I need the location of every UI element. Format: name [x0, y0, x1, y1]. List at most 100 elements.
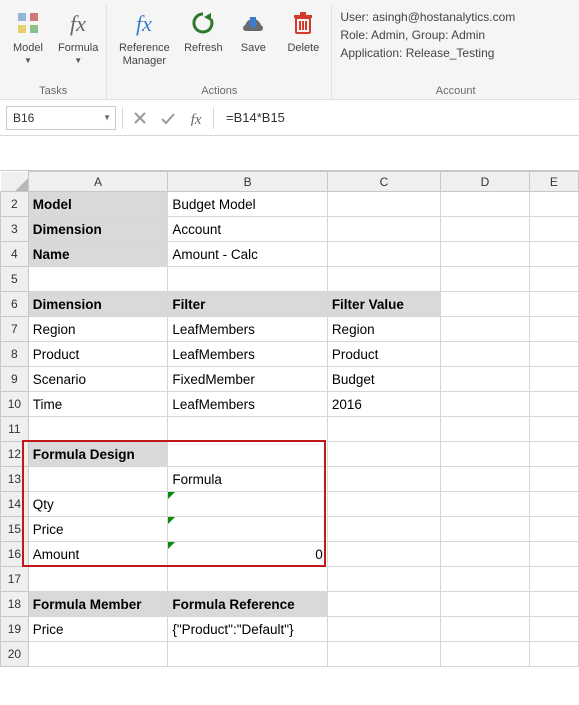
cell[interactable]: [529, 317, 578, 342]
cell[interactable]: [441, 442, 530, 467]
cell[interactable]: Time: [28, 392, 168, 417]
cell[interactable]: Qty: [28, 492, 168, 517]
cell[interactable]: [529, 417, 578, 442]
row-header[interactable]: 11: [1, 417, 29, 442]
row-header[interactable]: 10: [1, 392, 29, 417]
cell[interactable]: [168, 517, 327, 542]
cell[interactable]: Scenario: [28, 367, 168, 392]
row-header[interactable]: 14: [1, 492, 29, 517]
insert-function-button[interactable]: fx: [185, 107, 207, 129]
cell[interactable]: [529, 242, 578, 267]
cell[interactable]: [327, 242, 440, 267]
cell[interactable]: [28, 567, 168, 592]
cell[interactable]: [441, 642, 530, 667]
cell[interactable]: [441, 267, 530, 292]
cell[interactable]: [441, 467, 530, 492]
cell[interactable]: Budget Model: [168, 192, 327, 217]
column-header[interactable]: D: [441, 172, 530, 192]
cell[interactable]: [441, 492, 530, 517]
cell[interactable]: [327, 542, 440, 567]
cell[interactable]: Budget: [327, 367, 440, 392]
cell[interactable]: [529, 442, 578, 467]
cell[interactable]: [529, 392, 578, 417]
cell[interactable]: [168, 567, 327, 592]
cell[interactable]: [529, 267, 578, 292]
cell[interactable]: [168, 642, 327, 667]
name-box[interactable]: B16 ▼: [6, 106, 116, 130]
cell[interactable]: Product: [28, 342, 168, 367]
cell[interactable]: [327, 517, 440, 542]
cell[interactable]: [529, 367, 578, 392]
cell[interactable]: [441, 192, 530, 217]
row-header[interactable]: 12: [1, 442, 29, 467]
cell[interactable]: [441, 542, 530, 567]
row-header[interactable]: 2: [1, 192, 29, 217]
cell[interactable]: Filter: [168, 292, 327, 317]
cell[interactable]: [327, 642, 440, 667]
row-header[interactable]: 13: [1, 467, 29, 492]
cell[interactable]: [441, 617, 530, 642]
cell[interactable]: [441, 417, 530, 442]
cell[interactable]: [327, 567, 440, 592]
cell[interactable]: [529, 542, 578, 567]
cell[interactable]: [28, 642, 168, 667]
cell[interactable]: [441, 242, 530, 267]
cell[interactable]: [327, 217, 440, 242]
cell[interactable]: [529, 617, 578, 642]
cell[interactable]: LeafMembers: [168, 392, 327, 417]
row-header[interactable]: 7: [1, 317, 29, 342]
cell[interactable]: [529, 467, 578, 492]
cell[interactable]: [327, 267, 440, 292]
row-header[interactable]: 15: [1, 517, 29, 542]
cell[interactable]: [327, 592, 440, 617]
row-header[interactable]: 8: [1, 342, 29, 367]
cell[interactable]: [529, 592, 578, 617]
row-header[interactable]: 20: [1, 642, 29, 667]
cell[interactable]: [28, 417, 168, 442]
refresh-button[interactable]: Refresh: [181, 4, 225, 78]
cell[interactable]: Price: [28, 617, 168, 642]
delete-button[interactable]: Delete: [281, 4, 325, 78]
cell[interactable]: [441, 367, 530, 392]
cell[interactable]: {"Product":"Default"}: [168, 617, 327, 642]
reference-manager-button[interactable]: fx Reference Manager: [113, 4, 175, 78]
cell[interactable]: [28, 467, 168, 492]
cell[interactable]: [529, 492, 578, 517]
save-button[interactable]: Save: [231, 4, 275, 78]
cell[interactable]: Price: [28, 517, 168, 542]
cell[interactable]: Region: [327, 317, 440, 342]
cell[interactable]: [327, 617, 440, 642]
row-header[interactable]: 9: [1, 367, 29, 392]
cell[interactable]: Formula Member: [28, 592, 168, 617]
cell[interactable]: LeafMembers: [168, 342, 327, 367]
cell[interactable]: [327, 192, 440, 217]
cell[interactable]: [529, 192, 578, 217]
cell[interactable]: Amount - Calc: [168, 242, 327, 267]
cell[interactable]: [327, 467, 440, 492]
cell[interactable]: Account: [168, 217, 327, 242]
cell[interactable]: [168, 417, 327, 442]
row-header[interactable]: 4: [1, 242, 29, 267]
cell[interactable]: [441, 292, 530, 317]
cell[interactable]: [168, 492, 327, 517]
cell[interactable]: LeafMembers: [168, 317, 327, 342]
row-header[interactable]: 6: [1, 292, 29, 317]
cell[interactable]: Dimension: [28, 217, 168, 242]
cell[interactable]: FixedMember: [168, 367, 327, 392]
cell[interactable]: 0: [168, 542, 327, 567]
cell[interactable]: [168, 442, 327, 467]
cell[interactable]: Product: [327, 342, 440, 367]
cell[interactable]: Filter Value: [327, 292, 440, 317]
cell[interactable]: [28, 267, 168, 292]
cell[interactable]: Dimension: [28, 292, 168, 317]
model-button[interactable]: Model ▼: [6, 4, 50, 78]
row-header[interactable]: 19: [1, 617, 29, 642]
column-header[interactable]: C: [327, 172, 440, 192]
row-header[interactable]: 5: [1, 267, 29, 292]
column-header[interactable]: B: [168, 172, 327, 192]
cell[interactable]: [327, 442, 440, 467]
cell[interactable]: Formula Reference: [168, 592, 327, 617]
cancel-formula-button[interactable]: [129, 107, 151, 129]
cell[interactable]: Formula: [168, 467, 327, 492]
row-header[interactable]: 17: [1, 567, 29, 592]
